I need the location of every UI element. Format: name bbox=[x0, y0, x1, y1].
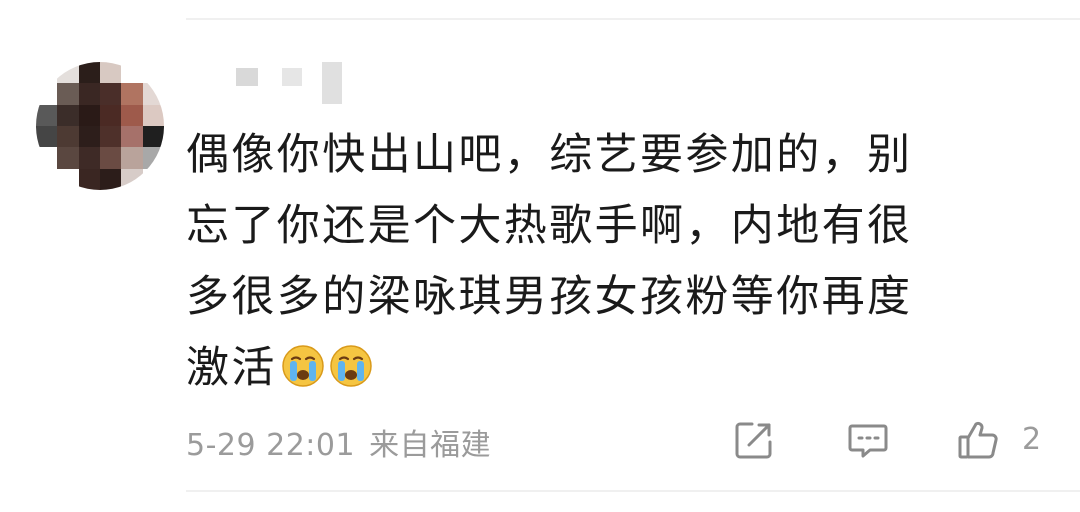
username-obscured[interactable] bbox=[236, 62, 356, 104]
comment-line: 多很多的梁咏琪男孩女孩粉等你再度 bbox=[186, 272, 913, 322]
comment-datetime: 5-29 22:01 bbox=[186, 428, 356, 463]
bottom-divider bbox=[186, 490, 1080, 492]
share-icon[interactable] bbox=[732, 418, 776, 462]
top-divider bbox=[186, 18, 1080, 20]
comment-line: 忘了你还是个大热歌手啊，内地有很 bbox=[186, 201, 913, 251]
comment-text: 偶像你快出山吧，综艺要参加的，别 忘了你还是个大热歌手啊，内地有很 多很多的梁咏… bbox=[186, 120, 1026, 404]
comment-line: 激活 bbox=[186, 343, 277, 393]
crying-face-emoji bbox=[282, 345, 324, 387]
comment-location: 来自福建 bbox=[369, 428, 492, 463]
comment-card: 偶像你快出山吧，综艺要参加的，别 忘了你还是个大热歌手啊，内地有很 多很多的梁咏… bbox=[0, 0, 1080, 512]
avatar[interactable] bbox=[36, 62, 164, 190]
thumbs-up-icon[interactable] bbox=[956, 418, 1000, 462]
comment-icon[interactable] bbox=[846, 418, 890, 462]
comment-line: 偶像你快出山吧，综艺要参加的，别 bbox=[186, 130, 913, 180]
like-count: 2 bbox=[1022, 422, 1042, 457]
crying-face-emoji bbox=[330, 345, 372, 387]
comment-meta: 5-29 22:01 来自福建 bbox=[186, 420, 491, 464]
